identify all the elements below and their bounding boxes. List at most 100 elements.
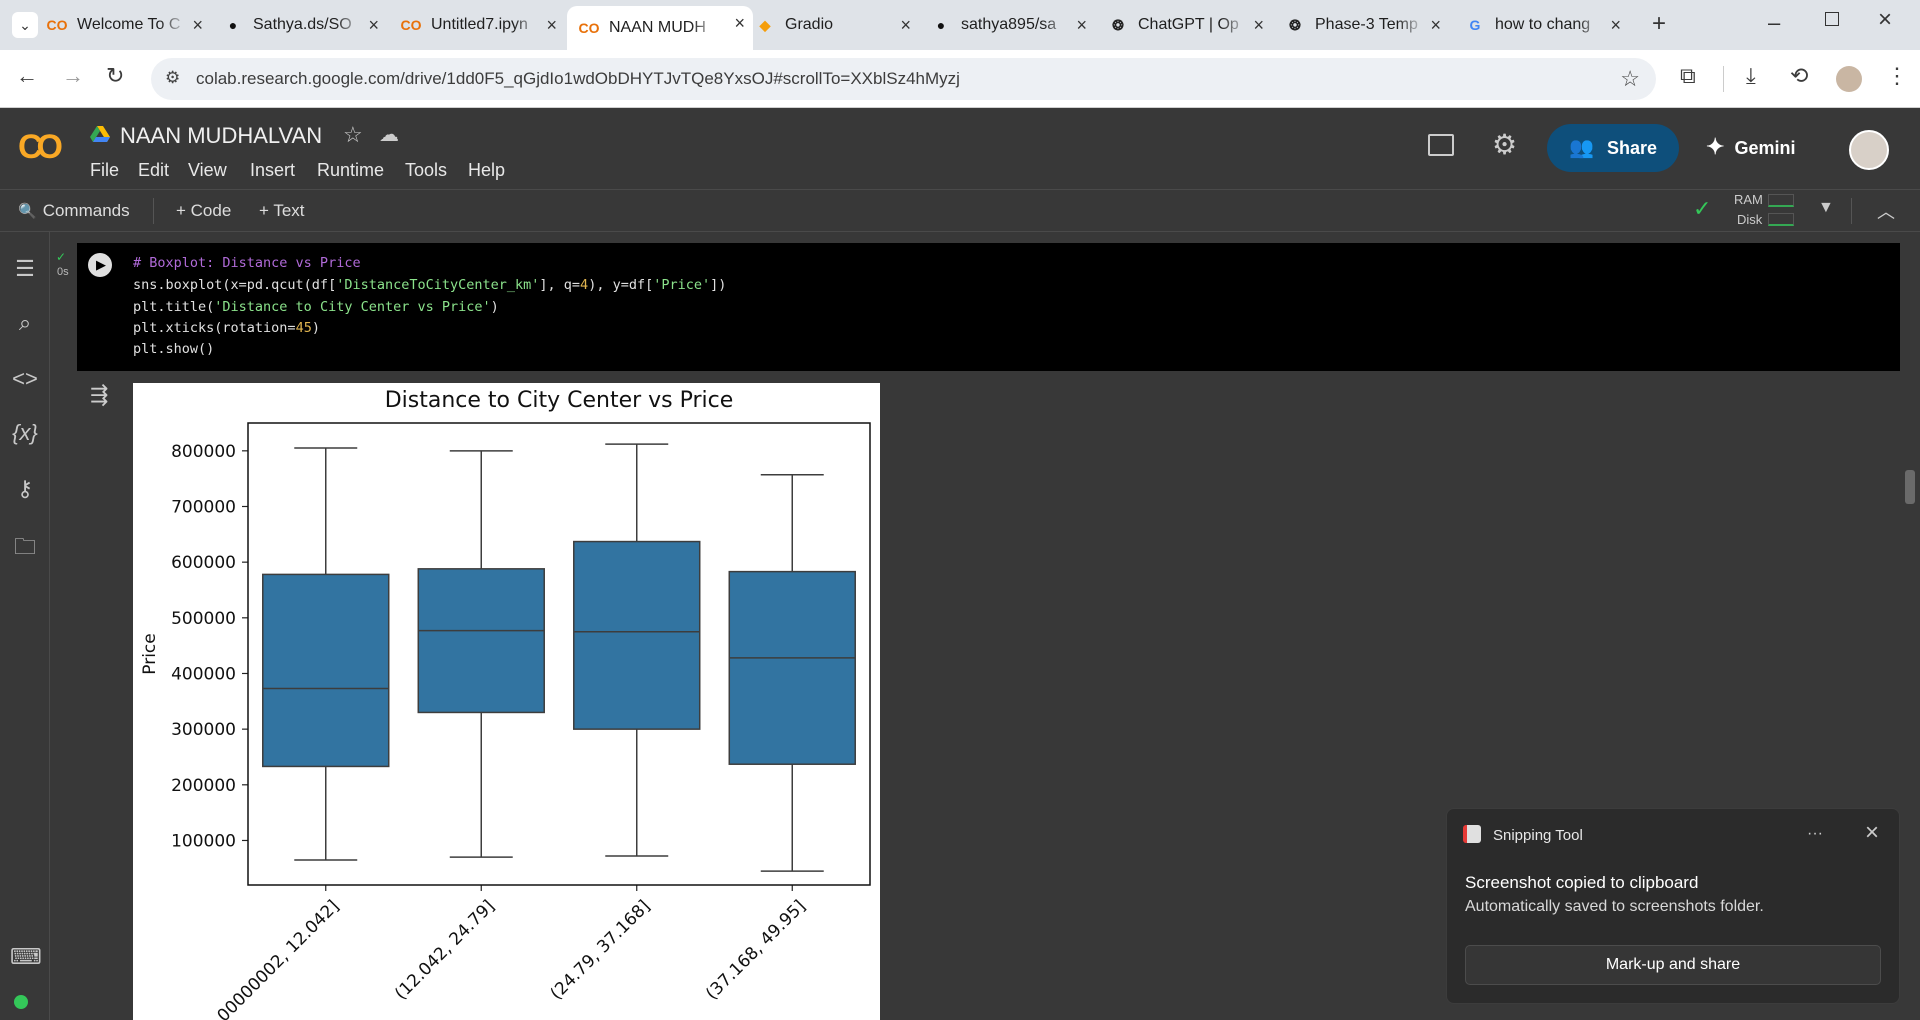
disk-meter [1768,213,1794,226]
gemini-label: Gemini [1734,138,1796,158]
plot-output: Distance to City Center vs Price Price 100… [133,383,880,1020]
play-icon: ▶ [96,257,106,272]
run-cell-button[interactable]: ▶ [88,253,112,277]
site-info-icon[interactable]: ⚙ [165,68,180,88]
y-tick-label: 600000 [171,553,236,573]
colab-header: CO NAAN MUDHALVAN ☆ ☁ File Edit View Insert… [0,108,1920,190]
people-icon: 👥 [1569,137,1594,159]
notebook-title[interactable]: NAAN MUDHALVAN [120,123,322,149]
menu-item-runtime[interactable]: Runtime [317,160,384,181]
resources-dropdown-icon[interactable]: ▼ [1818,199,1834,217]
toolbar-divider [1723,66,1724,92]
gemini-button[interactable]: ✦ Gemini [1706,134,1795,160]
tab-close-icon[interactable]: × [546,15,557,36]
scrollbar-thumb[interactable] [1905,470,1915,504]
files-folder-icon[interactable]: 🗀 [10,530,40,568]
tab-close-icon[interactable]: × [368,15,379,36]
share-button[interactable]: 👥 Share [1547,124,1679,172]
account-avatar[interactable] [1849,130,1889,170]
tab-close-icon[interactable]: × [1076,15,1087,36]
forward-icon[interactable]: → [62,63,84,89]
download-icon[interactable]: ⤓ [1746,63,1756,89]
reload-icon[interactable]: ↻ [106,63,124,89]
code-line-2: sns.boxplot(x=pd.qcut(df['DistanceToCity… [133,277,726,293]
tab-close-icon[interactable]: × [192,15,203,36]
code-snippets-icon[interactable]: <> [10,366,40,392]
browser-tab[interactable]: CO NAAN MUDH × [567,6,753,50]
add-code-button[interactable]: + Code [176,201,231,221]
x-tick-label: (37.168, 49.95] [702,896,810,1004]
code-line-5: plt.show() [133,341,215,357]
code-token: plt.xticks(rotation= [133,320,296,336]
terminal-icon[interactable]: ⌨ [10,944,42,970]
browser-tab[interactable]: Ghow to chang × [1453,8,1629,42]
menu-item-edit[interactable]: Edit [138,160,169,181]
back-icon[interactable]: ← [16,63,38,89]
url-text: colab.research.google.com/drive/1dd0F5_q… [196,69,960,88]
browser-tab[interactable]: ● Sathya.ds/SO × [211,8,387,42]
find-replace-icon[interactable]: ⌕ [10,310,40,336]
extensions-icon[interactable]: ⧉ [1680,63,1696,89]
disk-label: Disk [1737,212,1763,227]
code-line-3: plt.title('Distance to City Center vs Pr… [133,299,499,315]
tab-close-icon[interactable]: × [1610,15,1621,36]
code-token: ) [311,320,320,336]
chatgpt-icon: ❂ [1112,16,1124,33]
settings-gear-icon[interactable]: ⚙ [1492,128,1517,161]
chatgpt-icon: ❂ [1289,16,1301,33]
code-token: plt.title( [133,299,215,315]
code-token: sns.boxplot(x=pd.qcut(df[ [133,277,337,293]
profile-avatar[interactable] [1836,66,1862,92]
code-line-1: # Boxplot: Distance vs Price [133,255,361,271]
box [417,568,545,714]
comments-icon[interactable] [1428,134,1454,156]
browser-menu-icon[interactable]: ⋮ [1886,63,1908,89]
menu-item-file[interactable]: File [90,160,119,181]
browser-tab[interactable]: ● sathya895/sa × [919,8,1095,42]
extension-puzzle-icon[interactable]: ⟲ [1790,63,1808,89]
browser-tab[interactable]: ❂ Phase-3 Temp × [1273,8,1449,42]
new-tab-button[interactable]: + [1652,10,1666,38]
star-icon[interactable]: ☆ [343,122,363,148]
commands-button[interactable]: 🔍 Commands [18,201,130,221]
toast-more-icon[interactable]: ··· [1807,825,1823,843]
browser-tab[interactable]: ◆ Gradio × [743,8,919,42]
browser-tab[interactable]: ❂ ChatGPT | Op × [1096,8,1272,42]
y-tick-label: 700000 [171,497,236,517]
cmdbar-divider-right [1851,198,1852,224]
browser-toolbar: ← → ↻ ⚙ colab.research.google.com/drive/… [0,50,1920,108]
add-text-button[interactable]: + Text [259,201,305,221]
table-of-contents-icon[interactable]: ☰ [10,256,40,282]
snipping-tool-icon [1463,825,1481,843]
address-bar[interactable]: ⚙ colab.research.google.com/drive/1dd0F5… [151,58,1656,100]
menu-item-help[interactable]: Help [468,160,505,181]
output-actions-icon[interactable]: ⇶ [90,382,108,408]
code-cell[interactable]: ▶ # Boxplot: Distance vs Price sns.boxpl… [77,243,1900,371]
browser-tab[interactable]: CO Untitled7.ipyn × [389,8,565,42]
tab-close-icon[interactable]: × [900,15,911,36]
box [573,540,701,730]
code-token: ]) [710,277,727,293]
secrets-key-icon[interactable]: ⚷ [10,476,40,502]
minimize-icon[interactable]: – [1768,10,1780,36]
close-window-icon[interactable]: × [1878,6,1892,34]
tab-close-icon[interactable]: × [1253,15,1264,36]
bookmark-star-icon[interactable]: ☆ [1620,66,1640,92]
menu-item-tools[interactable]: Tools [405,160,447,181]
cell-success-check-icon: ✓ [56,250,67,264]
menu-item-insert[interactable]: Insert [250,160,295,181]
mark-up-and-share-button[interactable]: Mark-up and share [1465,945,1881,985]
command-bar: 🔍 Commands + Code + Text ✓ RAM Disk ▼ ︿ [0,190,1920,232]
collapse-header-icon[interactable]: ︿ [1877,198,1895,224]
code-token: ], q= [539,277,581,293]
toast-close-icon[interactable]: × [1865,819,1879,847]
gemini-sparkle-icon: ✦ [1706,134,1725,159]
colab-logo[interactable]: CO [18,128,63,167]
restore-icon[interactable] [1825,12,1839,26]
ram-label: RAM [1734,192,1763,207]
variables-icon[interactable]: {x} [10,420,40,446]
share-label: Share [1607,138,1658,158]
menu-item-view[interactable]: View [188,160,227,181]
browser-tab[interactable]: CO Welcome To C × [35,8,211,42]
tab-close-icon[interactable]: × [1430,15,1441,36]
